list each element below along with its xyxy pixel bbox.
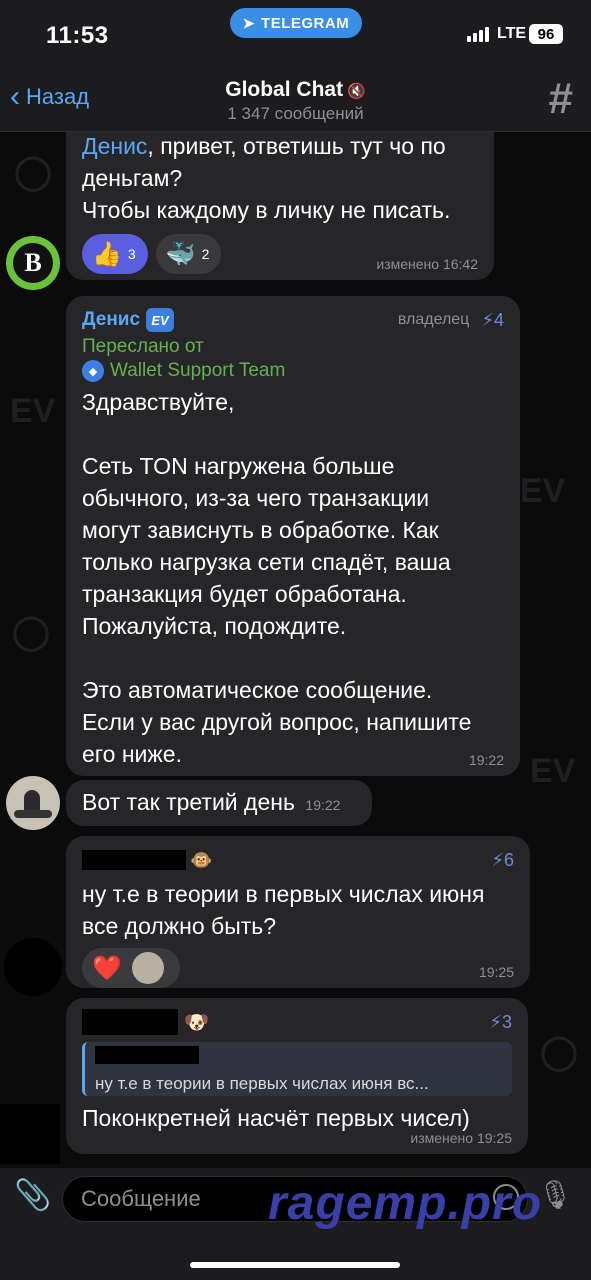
redacted-name [82,1009,178,1035]
telegram-pill-label: TELEGRAM [261,14,350,32]
status-bar: 11:53 ➤ TELEGRAM LTE 96 [0,0,591,70]
home-indicator [190,1262,400,1268]
message-text: Здравствуйте, Сеть TON нагружена больше … [82,389,472,767]
message-time: 19:22 [305,797,341,813]
battery-level: 96 [537,25,555,43]
emoji-status-icon: 🐵 [190,849,213,870]
message-time: 19:25 [478,964,514,980]
thumbs-up-icon: 👍 [92,240,122,268]
telegram-pill[interactable]: ➤ TELEGRAM [230,8,362,38]
boost-count: 4 [493,309,504,330]
message-text: Денис, привет, ответишь тут чо по деньга… [82,132,478,226]
watermark: ragemp.pro [268,1177,543,1230]
reactor-avatar [131,952,164,984]
boost-icon: ⚡︎ [489,1011,502,1032]
boost-count: 3 [501,1011,512,1032]
boost-count: 6 [503,849,514,870]
chat-title[interactable]: Global Chat 🔇 [0,78,591,102]
message-list[interactable]: ◯ EV EV ◯ EV ◯ B Денис, привет, ответишь… [0,132,591,1168]
chat-title-text: Global Chat [225,78,344,101]
message-bubble[interactable]: Денис EV владелец ⚡︎ 4 Переслано от ◆ Wal… [66,296,520,776]
reaction-count: 2 [201,246,210,262]
battery-icon: 96 [529,24,563,44]
background-pattern: EV [530,752,576,790]
chat-header: ‹ Назад Global Chat 🔇 1 347 сообщений # [0,70,591,132]
reactions: ❤️ [82,948,514,988]
avatar[interactable] [4,938,62,996]
avatar[interactable]: B [6,236,60,290]
reply-text: ну т.е в теории в первых числах июня вс.… [95,1074,429,1093]
hashtag-icon[interactable]: # [549,74,573,124]
reaction-whale[interactable]: 🐳 2 [155,234,222,274]
message-bubble[interactable]: Вот так третий день 19:22 [66,780,372,826]
emoji-status-badge: EV [146,308,175,332]
network-type: LTE [497,25,527,42]
boost-icon: ⚡︎ [481,309,494,330]
reply-preview[interactable]: ну т.е в теории в первых числах июня вс.… [82,1042,512,1096]
background-pattern: EV [520,472,566,510]
message-bubble[interactable]: 🐵 ⚡︎ 6 ну т.е в теории в первых числах ию… [66,836,530,988]
message-bubble[interactable]: Денис, привет, ответишь тут чо по деньга… [66,132,494,280]
avatar-letter: B [13,243,53,283]
sender-name[interactable]: Денис [82,309,140,331]
member-role: владелец [397,311,470,328]
background-pattern: ◯ [12,613,51,651]
reaction-thumbs-up[interactable]: 👍 3 [82,234,148,274]
signal-icon [467,27,489,42]
microphone-icon[interactable]: 🎙 [537,1178,573,1211]
paperclip-icon[interactable]: 📎 [14,1178,51,1213]
chat-subtitle: 1 347 сообщений [227,104,364,123]
muted-icon: 🔇 [347,83,366,100]
background-pattern: ◯ [540,1033,579,1071]
avatar-figure [14,810,52,818]
message-input-placeholder: Сообщение [81,1186,201,1211]
boost-icon: ⚡︎ [491,849,504,870]
paper-plane-icon: ➤ [242,14,256,31]
message-meta: изменено 19:25 [410,1130,512,1146]
composer: 📎 Сообщение 🎙 ragemp.pro [0,1168,591,1280]
message-header: Денис EV владелец ⚡︎ 4 [82,306,504,334]
avatar[interactable] [6,776,60,830]
whale-icon: 🐳 [165,240,196,268]
message-header: 🐵 ⚡︎ 6 [82,846,514,874]
heart-icon: ❤️ [92,954,122,982]
wallet-icon: ◆ [82,360,104,382]
redacted-name [82,850,186,870]
redacted-reply-name [95,1046,199,1064]
message-bubble[interactable]: 🐶 ⚡︎ 3 ну т.е в теории в первых числах ию… [66,998,528,1154]
forwarded-label: Переслано от [82,336,204,357]
clock: 11:53 [46,22,109,49]
reaction-count: 3 [127,246,136,262]
message-text: Вот так третий день [82,789,295,815]
message-meta: изменено 16:42 [376,256,478,272]
forwarded-source[interactable]: ◆ Wallet Support Team [82,360,504,382]
message-text: ну т.е в теории в первых числах июня все… [82,881,485,939]
mention-link[interactable]: Денис [82,133,147,159]
avatar-figure [24,790,40,812]
background-pattern: ◯ [14,153,53,191]
reaction-heart[interactable]: ❤️ [82,948,180,988]
background-pattern: EV [10,392,56,430]
emoji-status-icon: 🐶 [184,1011,209,1034]
message-time: 19:22 [468,752,504,768]
avatar[interactable] [0,1104,60,1164]
message-header: 🐶 ⚡︎ 3 [82,1008,512,1036]
forwarded-source-name: Wallet Support Team [110,360,286,381]
